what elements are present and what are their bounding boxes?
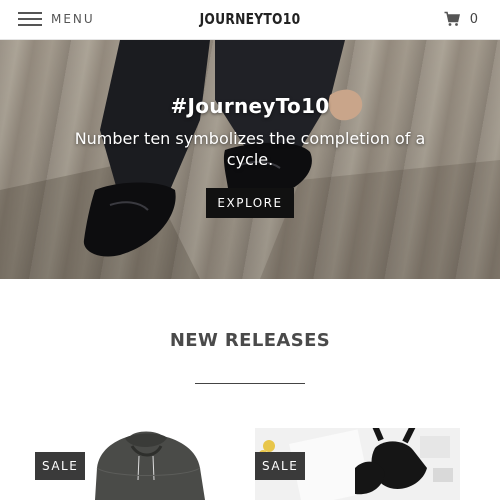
hero-banner: #JourneyTo10 Number ten symbolizes the c… — [0, 40, 500, 279]
product-card[interactable]: SALE — [35, 428, 240, 500]
explore-button[interactable]: EXPLORE — [206, 188, 294, 218]
site-header: MENU JOURNEYTO10 0 — [0, 0, 500, 40]
sale-badge: SALE — [35, 452, 86, 480]
section-divider — [195, 383, 305, 384]
hamburger-icon — [18, 12, 42, 26]
site-logo[interactable]: JOURNEYTO10 — [45, 10, 455, 28]
hero-title: #JourneyTo10 — [170, 94, 330, 118]
cart-icon — [444, 11, 460, 26]
cart-count: 0 — [469, 11, 478, 27]
section-title: NEW RELEASES — [169, 330, 331, 351]
hero-subtitle: Number ten symbolizes the completion of … — [74, 129, 426, 169]
hero-content: #JourneyTo10 Number ten symbolizes the c… — [0, 94, 500, 218]
product-card[interactable]: SALE — [255, 428, 460, 500]
cart-button[interactable]: 0 — [444, 11, 478, 27]
sale-badge: SALE — [255, 452, 306, 480]
